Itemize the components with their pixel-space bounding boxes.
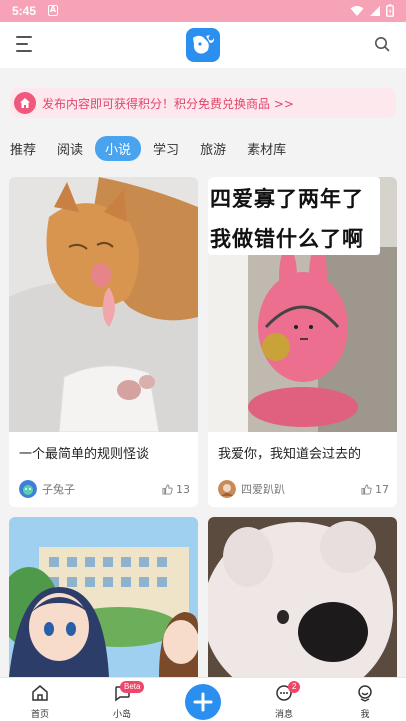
white-plush-dog-photo: [208, 517, 397, 677]
avatar[interactable]: [218, 480, 236, 498]
card-meta: 子兔子 13: [19, 479, 190, 499]
category-tabs: 推荐 阅读 小说 学习 旅游 素材库: [10, 135, 307, 161]
like-count: 17: [375, 482, 389, 496]
plus-icon: [193, 692, 213, 712]
system-icons: [350, 4, 394, 17]
thumbs-up-icon: [162, 483, 173, 495]
post-card[interactable]: [9, 517, 198, 677]
thumbs-up-icon: [361, 483, 372, 495]
menu-icon[interactable]: [16, 36, 34, 52]
home-icon: [32, 685, 48, 701]
card-title: 一个最简单的规则怪谈: [19, 447, 150, 462]
status-time: 5:45: [12, 4, 37, 18]
beta-badge: Beta: [120, 681, 145, 693]
app-header: [0, 22, 406, 68]
nav-messages[interactable]: 消息: [259, 684, 309, 720]
post-card[interactable]: 一个最简单的规则怪谈 子兔子 13: [9, 177, 198, 507]
like-button[interactable]: 13: [162, 483, 190, 496]
tab-novel[interactable]: 小说: [95, 135, 142, 161]
status-bar: 5:45 A: [0, 0, 406, 22]
notification-icon: A: [48, 5, 58, 16]
wifi-icon: [350, 5, 364, 16]
avatar[interactable]: [19, 480, 37, 498]
nav-home-label: 首页: [30, 710, 49, 720]
search-icon[interactable]: [374, 36, 390, 56]
nav-me[interactable]: 我: [340, 684, 390, 720]
nav-island-label: 小岛: [112, 710, 131, 720]
post-card[interactable]: [208, 517, 397, 677]
battery-icon: [386, 4, 394, 17]
profile-icon: [358, 685, 372, 702]
points-banner[interactable]: 发布内容即可获得积分！积分免费兑换商品 >>: [10, 88, 396, 118]
tab-travel[interactable]: 旅游: [200, 139, 226, 158]
divider: [0, 68, 406, 82]
card-meta: 四爱趴趴 17: [218, 479, 389, 499]
like-count: 13: [176, 482, 190, 496]
image-caption-line-1: 四爱寡了两年了: [210, 187, 364, 211]
signal-icon: [370, 5, 380, 16]
nav-me-label: 我: [360, 710, 370, 720]
pink-plush-photo: [208, 177, 397, 432]
home-icon: [14, 92, 36, 114]
author-name[interactable]: 子兔子: [42, 481, 162, 497]
nav-messages-label: 消息: [274, 710, 293, 720]
cat-photo: [9, 177, 198, 432]
author-name[interactable]: 四爱趴趴: [241, 481, 361, 497]
app-logo: [186, 28, 220, 62]
create-post-button[interactable]: [185, 684, 221, 720]
tab-reading[interactable]: 阅读: [57, 139, 83, 158]
nav-home[interactable]: 首页: [15, 684, 65, 720]
banner-text: 发布内容即可获得积分！积分免费兑换商品 >>: [42, 96, 294, 111]
like-button[interactable]: 17: [361, 483, 389, 496]
card-title: 我爱你，我知道会过去的: [218, 447, 362, 462]
tab-recommend[interactable]: 推荐: [10, 139, 36, 158]
tab-materials[interactable]: 素材库: [247, 139, 286, 158]
image-caption-line-2: 我做错什么了啊: [210, 227, 364, 251]
tab-study[interactable]: 学习: [153, 139, 179, 158]
post-card[interactable]: 四爱寡了两年了 我做错什么了啊 我爱你，我知道会过去的 四爱趴趴 17: [208, 177, 397, 507]
anime-school-illustration: [9, 517, 198, 677]
